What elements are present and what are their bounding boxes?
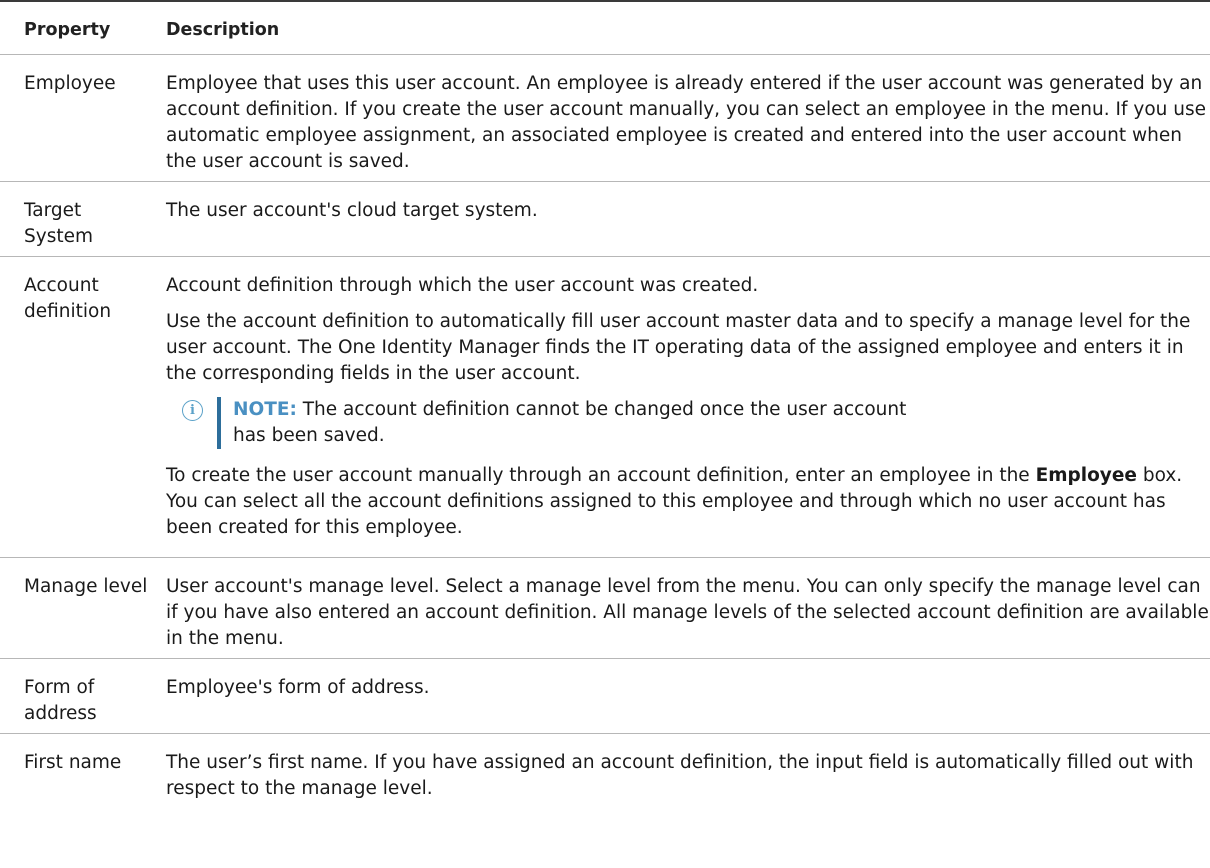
property-form-of-address: Form of address	[0, 658, 166, 734]
note-accent-bar	[217, 397, 221, 449]
description-text: To create the user account manually thro…	[166, 465, 1036, 486]
info-circle-icon: i	[182, 400, 203, 421]
description-paragraph: To create the user account manually thro…	[166, 463, 1210, 541]
table-header-row: Property Description	[0, 0, 1210, 55]
table-row: First name The user’s first name. If you…	[0, 734, 1210, 809]
description-paragraph: Use the account definition to automatica…	[166, 311, 1191, 384]
description-account-definition: Account definition through which the use…	[166, 256, 1210, 558]
column-header-description: Description	[166, 0, 1210, 55]
table-row: Target System The user account's cloud t…	[0, 181, 1210, 257]
properties-table: Property Description Employee Employee t…	[0, 0, 1210, 808]
property-target-system: Target System	[0, 181, 166, 257]
property-first-name: First name	[24, 752, 122, 773]
description-first-name: The user’s first name. If you have assig…	[166, 752, 1194, 799]
table-row: Employee Employee that uses this user ac…	[0, 54, 1210, 182]
description-manage-level: User account's manage level. Select a ma…	[166, 557, 1210, 659]
description-form-of-address: Employee's form of address.	[166, 658, 1210, 734]
description-employee: Employee that uses this user account. An…	[166, 54, 1210, 182]
description-target-system: The user account's cloud target system.	[166, 181, 1210, 257]
description-paragraph: Account definition through which the use…	[166, 275, 759, 296]
ui-term-employee: Employee	[1035, 465, 1137, 486]
note-callout: i NOTE: The account definition cannot be…	[182, 397, 1210, 449]
property-manage-level: Manage level	[0, 557, 166, 659]
column-header-property: Property	[0, 0, 166, 55]
property-employee: Employee	[0, 54, 166, 182]
note-body: The account definition cannot be changed…	[233, 399, 907, 446]
property-account-definition: Account definition	[0, 256, 166, 558]
table-row: Manage level User account's manage level…	[0, 557, 1210, 659]
table-row: Account definition Account definition th…	[0, 256, 1210, 558]
note-label: NOTE:	[233, 399, 297, 420]
note-text: NOTE: The account definition cannot be c…	[233, 397, 1210, 449]
table-row: Form of address Employee's form of addre…	[0, 658, 1210, 734]
